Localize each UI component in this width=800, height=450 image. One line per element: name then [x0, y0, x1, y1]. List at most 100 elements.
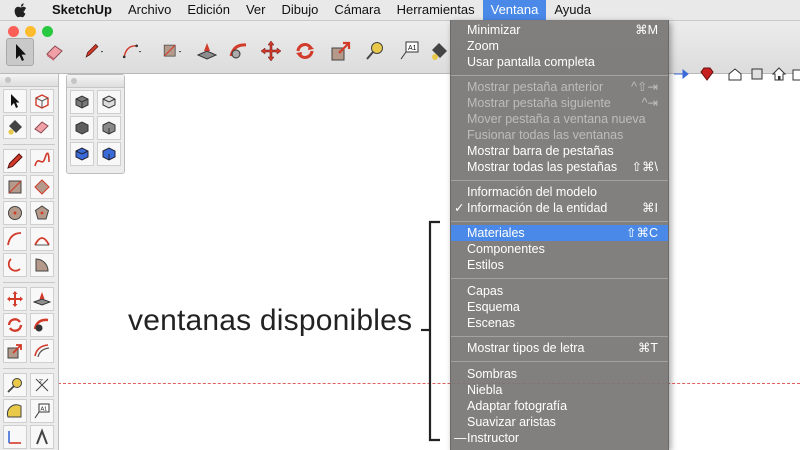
palette-axes-button[interactable]: [3, 425, 27, 449]
palette-polygon-button[interactable]: [30, 201, 54, 225]
menu-item-instructor[interactable]: — Instructor: [451, 430, 668, 446]
palette-freehand-button[interactable]: [30, 149, 54, 173]
rotate-tool-button[interactable]: [292, 38, 318, 64]
view-left-button[interactable]: [97, 142, 121, 166]
view-front-button[interactable]: [70, 116, 94, 140]
menu-item-tipos-letra[interactable]: Mostrar tipos de letra ⌘T: [451, 340, 668, 356]
menu-ventana[interactable]: Ventana: [482, 0, 547, 20]
front-view-button[interactable]: [770, 65, 788, 83]
move-icon: [7, 291, 23, 307]
menu-item-suavizar-aristas[interactable]: Suavizar aristas: [451, 414, 668, 430]
paint-bucket-icon: [8, 120, 22, 135]
top-view-button[interactable]: [748, 65, 766, 83]
menu-item-adaptar-fotografia[interactable]: Adaptar fotografía: [451, 398, 668, 414]
two-point-arc-icon: [34, 237, 50, 246]
menu-separator: [451, 336, 668, 337]
menu-item-esquema[interactable]: Esquema: [451, 299, 668, 315]
palette-tape-measure-button[interactable]: [3, 373, 27, 397]
menu-edicion[interactable]: Edición: [179, 0, 238, 20]
menu-item-info-modelo[interactable]: Información del modelo: [451, 184, 668, 200]
zoom-window-button[interactable]: [42, 26, 53, 37]
menu-item-barra-pestanas[interactable]: Mostrar barra de pestañas: [451, 143, 668, 159]
palette-move-button[interactable]: [3, 287, 27, 311]
menu-ayuda[interactable]: Ayuda: [546, 0, 599, 20]
palette-eraser-button[interactable]: [30, 115, 54, 139]
views-palette-close-icon[interactable]: [71, 78, 77, 84]
front-view-icon: [75, 121, 89, 135]
palette-line-button[interactable]: [3, 149, 27, 173]
palette-make-component-button[interactable]: [30, 89, 54, 113]
view-iso-button[interactable]: [70, 90, 94, 114]
palette-arc-button[interactable]: [3, 227, 27, 251]
line-tool-button[interactable]: [78, 38, 112, 64]
views-palette-header[interactable]: [67, 75, 124, 88]
palette-text-button[interactable]: A1: [30, 399, 54, 423]
palette-circle-button[interactable]: [3, 201, 27, 225]
arrow-tool-button[interactable]: [672, 65, 690, 83]
menu-archivo[interactable]: Archivo: [120, 0, 179, 20]
menu-item-niebla[interactable]: Niebla: [451, 382, 668, 398]
palette-rotated-rectangle-button[interactable]: [30, 175, 54, 199]
ruby-tool-button[interactable]: [698, 65, 716, 83]
palette-3point-arc-button[interactable]: [3, 253, 27, 277]
rectangle-tool-button[interactable]: [156, 38, 190, 64]
menu-herramientas[interactable]: Herramientas: [389, 0, 483, 20]
minimize-window-button[interactable]: [25, 26, 36, 37]
menu-app[interactable]: SketchUp: [44, 0, 120, 20]
palette-2point-arc-button[interactable]: [30, 227, 54, 251]
palette-rotate-button[interactable]: [3, 313, 27, 337]
palette-scale-button[interactable]: [3, 339, 27, 363]
text-tool-button[interactable]: A1: [396, 38, 422, 64]
scale-icon: [331, 41, 351, 61]
move-tool-button[interactable]: [258, 38, 284, 64]
menu-item-pantalla-completa[interactable]: Usar pantalla completa: [451, 54, 668, 70]
palette-3d-text-button[interactable]: [30, 425, 54, 449]
palette-header[interactable]: [0, 74, 58, 87]
apple-icon[interactable]: [14, 2, 28, 18]
view-right-button[interactable]: [97, 116, 121, 140]
view-back-button[interactable]: [70, 142, 94, 166]
palette-select-button[interactable]: [3, 89, 27, 113]
menu-item-capas[interactable]: Capas: [451, 283, 668, 299]
component-icon: [35, 94, 49, 109]
palette-protractor-button[interactable]: [3, 399, 27, 423]
side-view-button[interactable]: [790, 65, 800, 83]
palette-pie-button[interactable]: [30, 253, 54, 277]
menu-item-componentes[interactable]: Componentes: [451, 241, 668, 257]
menu-ver[interactable]: Ver: [238, 0, 274, 20]
palette-close-icon[interactable]: [5, 77, 11, 83]
menu-item-materiales[interactable]: Materiales ⇧⌘C: [451, 225, 668, 241]
palette-follow-me-button[interactable]: [30, 313, 54, 337]
push-pull-tool-button[interactable]: [194, 38, 220, 64]
view-top-button[interactable]: [97, 90, 121, 114]
menu-item-zoom[interactable]: Zoom: [451, 38, 668, 54]
menu-item-minimizar[interactable]: Minimizar ⌘M: [451, 22, 668, 38]
palette-dimension-button[interactable]: 2': [30, 373, 54, 397]
paint-bucket-tool-button[interactable]: [426, 38, 452, 64]
rectangle-icon: [8, 180, 22, 194]
close-window-button[interactable]: [8, 26, 19, 37]
menu-item-estilos[interactable]: Estilos: [451, 257, 668, 273]
scale-icon: [7, 344, 22, 359]
eraser-tool-button[interactable]: [42, 38, 68, 64]
rotated-rectangle-icon: [34, 179, 50, 195]
menu-camara[interactable]: Cámara: [326, 0, 388, 20]
menu-item-todas-pestanas[interactable]: Mostrar todas las pestañas ⇧⌘\: [451, 159, 668, 175]
menu-item-sombras[interactable]: Sombras: [451, 366, 668, 382]
palette-rectangle-button[interactable]: [3, 175, 27, 199]
select-tool-button[interactable]: [6, 38, 34, 66]
follow-me-tool-button[interactable]: [226, 38, 252, 64]
rotate-icon: [296, 43, 314, 59]
menu-item-escenas[interactable]: Escenas: [451, 315, 668, 331]
scale-tool-button[interactable]: [328, 38, 354, 64]
iso-view-button[interactable]: [726, 65, 744, 83]
menu-dibujo[interactable]: Dibujo: [273, 0, 326, 20]
arc-tool-button[interactable]: [116, 38, 150, 64]
palette-paint-bucket-button[interactable]: [3, 115, 27, 139]
tape-measure-tool-button[interactable]: [362, 38, 388, 64]
palette-push-pull-button[interactable]: [30, 287, 54, 311]
arc-icon: [122, 44, 142, 59]
menu-item-info-entidad[interactable]: ✓ Información de la entidad ⌘I: [451, 200, 668, 216]
annotation-text: ventanas disponibles: [128, 304, 413, 337]
palette-offset-button[interactable]: [30, 339, 54, 363]
